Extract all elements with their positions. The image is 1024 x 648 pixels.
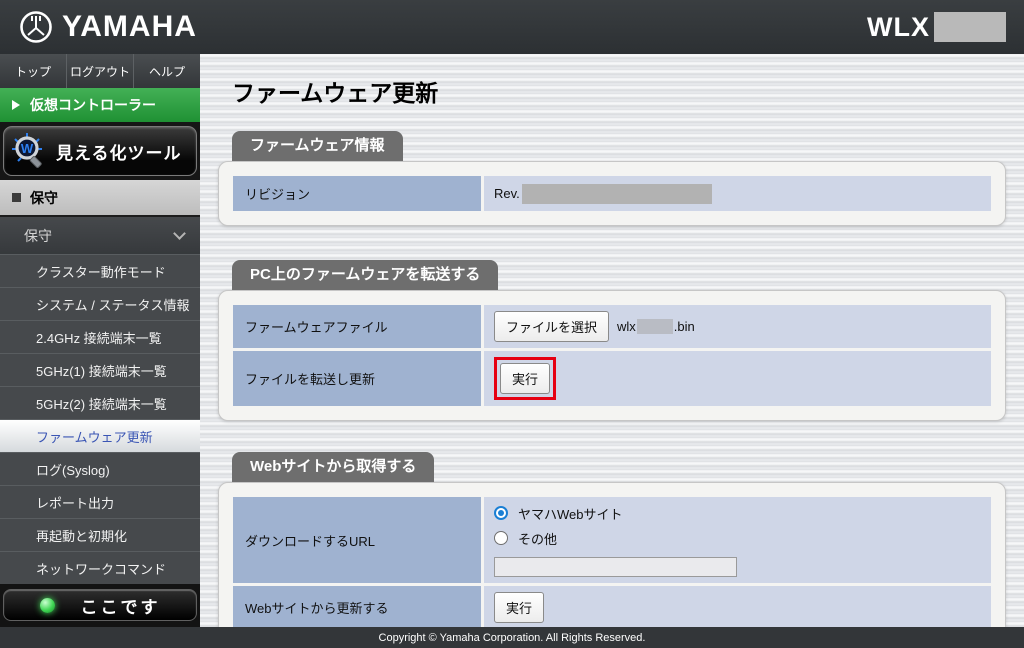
radio-other-label: その他 (518, 529, 557, 548)
sidebar-item-system-status[interactable]: システム / ステータス情報 (0, 287, 200, 320)
revision-prefix: Rev. (494, 186, 520, 201)
website-update-label: Webサイトから更新する (233, 586, 481, 627)
sidebar-item-5ghz2-clients[interactable]: 5GHz(2) 接続端末一覧 (0, 386, 200, 419)
sidebar-group-hoshu[interactable]: 保守 (0, 217, 200, 254)
section-firmware-info-tab: ファームウェア情報 (232, 131, 403, 161)
sidebar-item-cluster-mode[interactable]: クラスター動作モード (0, 254, 200, 287)
download-url-value: ヤマハWebサイト その他 (484, 497, 991, 583)
table-row: Webサイトから更新する 実行 (233, 586, 991, 627)
model-redacted-box (934, 12, 1006, 42)
website-panel: ダウンロードするURL ヤマハWebサイト その他 W (218, 482, 1006, 627)
firmware-file-value: ファイルを選択 wlx .bin (484, 305, 991, 348)
execute-website-update-button[interactable]: 実行 (494, 592, 544, 623)
radio-option-yamaha: ヤマハWebサイト (494, 503, 623, 523)
table-row: ファームウェアファイル ファイルを選択 wlx .bin (233, 305, 991, 348)
yamaha-logo: YAMAHA (18, 9, 197, 45)
table-row: リビジョン Rev. (233, 176, 991, 211)
sidebar: トップ ログアウト ヘルプ 仮想コントローラー W 見える化ツール (0, 54, 200, 627)
sidebar-section-header: 保守 (0, 180, 200, 217)
section-firmware-info: ファームウェア情報 リビジョン Rev. (232, 131, 1024, 226)
revision-text: Rev. (494, 184, 712, 204)
section-transfer-tab: PC上のファームウェアを転送する (232, 260, 498, 290)
svg-text:W: W (21, 141, 34, 156)
tool-zone: W 見える化ツール (0, 122, 200, 180)
device-model: WLX (867, 12, 1006, 43)
nav-tab-top[interactable]: トップ (0, 54, 67, 88)
filename-prefix: wlx (617, 319, 636, 334)
revision-value: Rev. (484, 176, 991, 211)
firmware-info-panel: リビジョン Rev. (218, 161, 1006, 226)
radio-yamaha-website[interactable] (494, 506, 508, 520)
mieruka-tool-label: 見える化ツール (56, 139, 182, 164)
mieruka-tool-button[interactable]: W 見える化ツール (3, 126, 197, 176)
radio-option-other: その他 (494, 528, 557, 548)
transfer-panel: ファームウェアファイル ファイルを選択 wlx .bin ファイルを転送し更新 (218, 290, 1006, 421)
sidebar-nav-tabs: トップ ログアウト ヘルプ (0, 54, 200, 88)
footer-bar: Copyright © Yamaha Corporation. All Righ… (0, 627, 1024, 648)
sidebar-item-restart-init[interactable]: 再起動と初期化 (0, 518, 200, 551)
copyright-text: Copyright © Yamaha Corporation. All Righ… (379, 632, 646, 644)
yamaha-tuning-fork-icon (18, 9, 54, 45)
filename-suffix: .bin (674, 319, 695, 334)
other-url-input[interactable] (494, 557, 737, 577)
top-bar: YAMAHA WLX (0, 0, 1024, 54)
radio-yamaha-label: ヤマハWebサイト (518, 504, 623, 523)
sidebar-item-5ghz1-clients[interactable]: 5GHz(1) 接続端末一覧 (0, 353, 200, 386)
nav-tab-help[interactable]: ヘルプ (134, 54, 200, 88)
nav-tab-logout[interactable]: ログアウト (67, 54, 134, 88)
brand-name: YAMAHA (62, 10, 197, 44)
here-button[interactable]: ここです (3, 589, 197, 621)
magnifier-wave-icon: W (10, 131, 48, 171)
page-title: ファームウェア更新 (232, 74, 1024, 108)
section-transfer-firmware: PC上のファームウェアを転送する ファームウェアファイル ファイルを選択 wlx… (232, 260, 1024, 421)
radio-other[interactable] (494, 531, 508, 545)
green-orb-icon (40, 598, 55, 613)
sidebar-item-network-command[interactable]: ネットワークコマンド (0, 551, 200, 584)
sidebar-menu: クラスター動作モード システム / ステータス情報 2.4GHz 接続端末一覧 … (0, 254, 200, 584)
here-zone: ここです (0, 584, 200, 626)
filename-redacted-box (637, 319, 673, 334)
sidebar-item-syslog[interactable]: ログ(Syslog) (0, 452, 200, 485)
revision-label: リビジョン (233, 176, 481, 211)
sidebar-item-firmware-update[interactable]: ファームウェア更新 (0, 419, 200, 452)
transfer-update-value: 実行 (484, 351, 991, 406)
table-row: ダウンロードするURL ヤマハWebサイト その他 (233, 497, 991, 583)
square-bullet-icon (12, 193, 21, 202)
section-website-update: Webサイトから取得する ダウンロードするURL ヤマハWebサイト その他 (232, 452, 1024, 627)
choose-file-button[interactable]: ファイルを選択 (494, 311, 609, 342)
triangle-right-icon (12, 100, 20, 110)
transfer-update-label: ファイルを転送し更新 (233, 351, 481, 406)
selected-filename: wlx .bin (617, 319, 695, 334)
section-website-tab: Webサイトから取得する (232, 452, 434, 482)
chevron-down-icon (173, 227, 186, 240)
sidebar-item-24ghz-clients[interactable]: 2.4GHz 接続端末一覧 (0, 320, 200, 353)
app-window: YAMAHA WLX トップ ログアウト ヘルプ 仮想コントローラー (0, 0, 1024, 648)
here-button-label: ここです (81, 593, 161, 618)
main-content: ファームウェア更新 ファームウェア情報 リビジョン Rev. PC上のファームウ… (200, 54, 1024, 627)
execute-transfer-button[interactable]: 実行 (500, 363, 550, 394)
virtual-controller-bar[interactable]: 仮想コントローラー (0, 88, 200, 122)
download-url-label: ダウンロードするURL (233, 497, 481, 583)
model-prefix: WLX (867, 12, 930, 43)
red-highlight-box: 実行 (494, 357, 556, 400)
website-update-value: 実行 (484, 586, 991, 627)
virtual-controller-label: 仮想コントローラー (30, 95, 156, 115)
firmware-file-label: ファームウェアファイル (233, 305, 481, 348)
table-row: ファイルを転送し更新 実行 (233, 351, 991, 406)
sidebar-group-label: 保守 (24, 226, 52, 246)
sidebar-item-report-output[interactable]: レポート出力 (0, 485, 200, 518)
sidebar-section-label: 保守 (30, 188, 58, 208)
revision-redacted-box (522, 184, 712, 204)
